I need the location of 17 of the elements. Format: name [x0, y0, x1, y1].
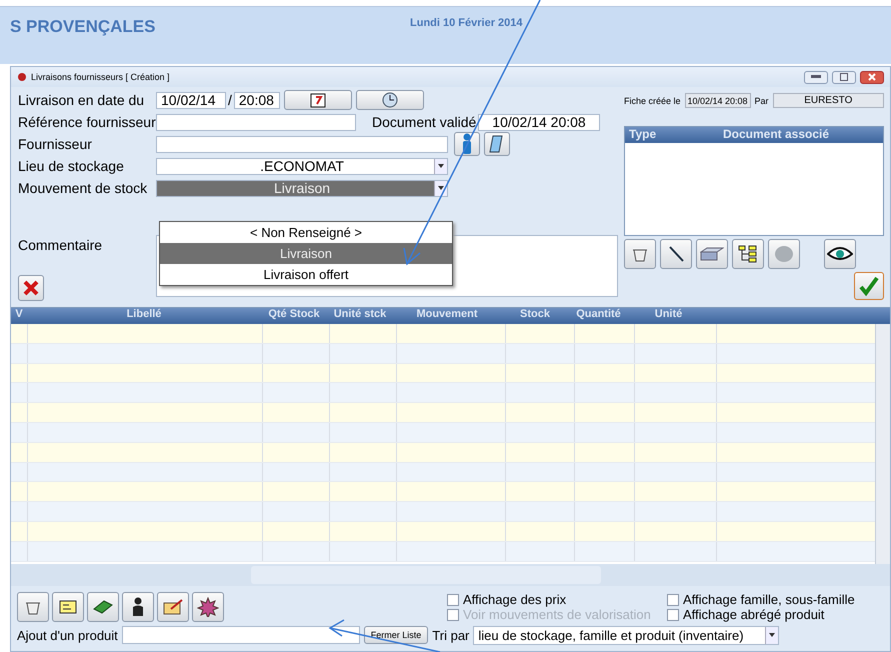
- field-label: Ajout d'un produit: [17, 628, 118, 642]
- field-label: Lieu de stockage: [18, 158, 125, 174]
- separator-text: /: [228, 92, 232, 108]
- field-label: Livraison en date du: [18, 92, 146, 108]
- field-label: Commentaire: [18, 237, 104, 253]
- field-label: Référence fournisseur: [18, 114, 156, 130]
- field-label: Par: [754, 96, 769, 106]
- author-field: EURESTO: [772, 93, 884, 108]
- field-label: Document validé: [372, 114, 478, 130]
- date-label: Lundi 10 Février 2014: [410, 17, 522, 29]
- window-title: Livraisons fournisseurs [ Création ]: [31, 72, 170, 82]
- created-date-field: 10/02/14 20:08: [684, 93, 751, 108]
- field-label: Fournisseur: [18, 136, 93, 152]
- field-label: Tri par: [432, 628, 470, 642]
- field-label: Mouvement de stock: [18, 180, 148, 196]
- field-label: Fiche créée le: [624, 96, 681, 106]
- app-title: S PROVENÇALES: [10, 17, 156, 37]
